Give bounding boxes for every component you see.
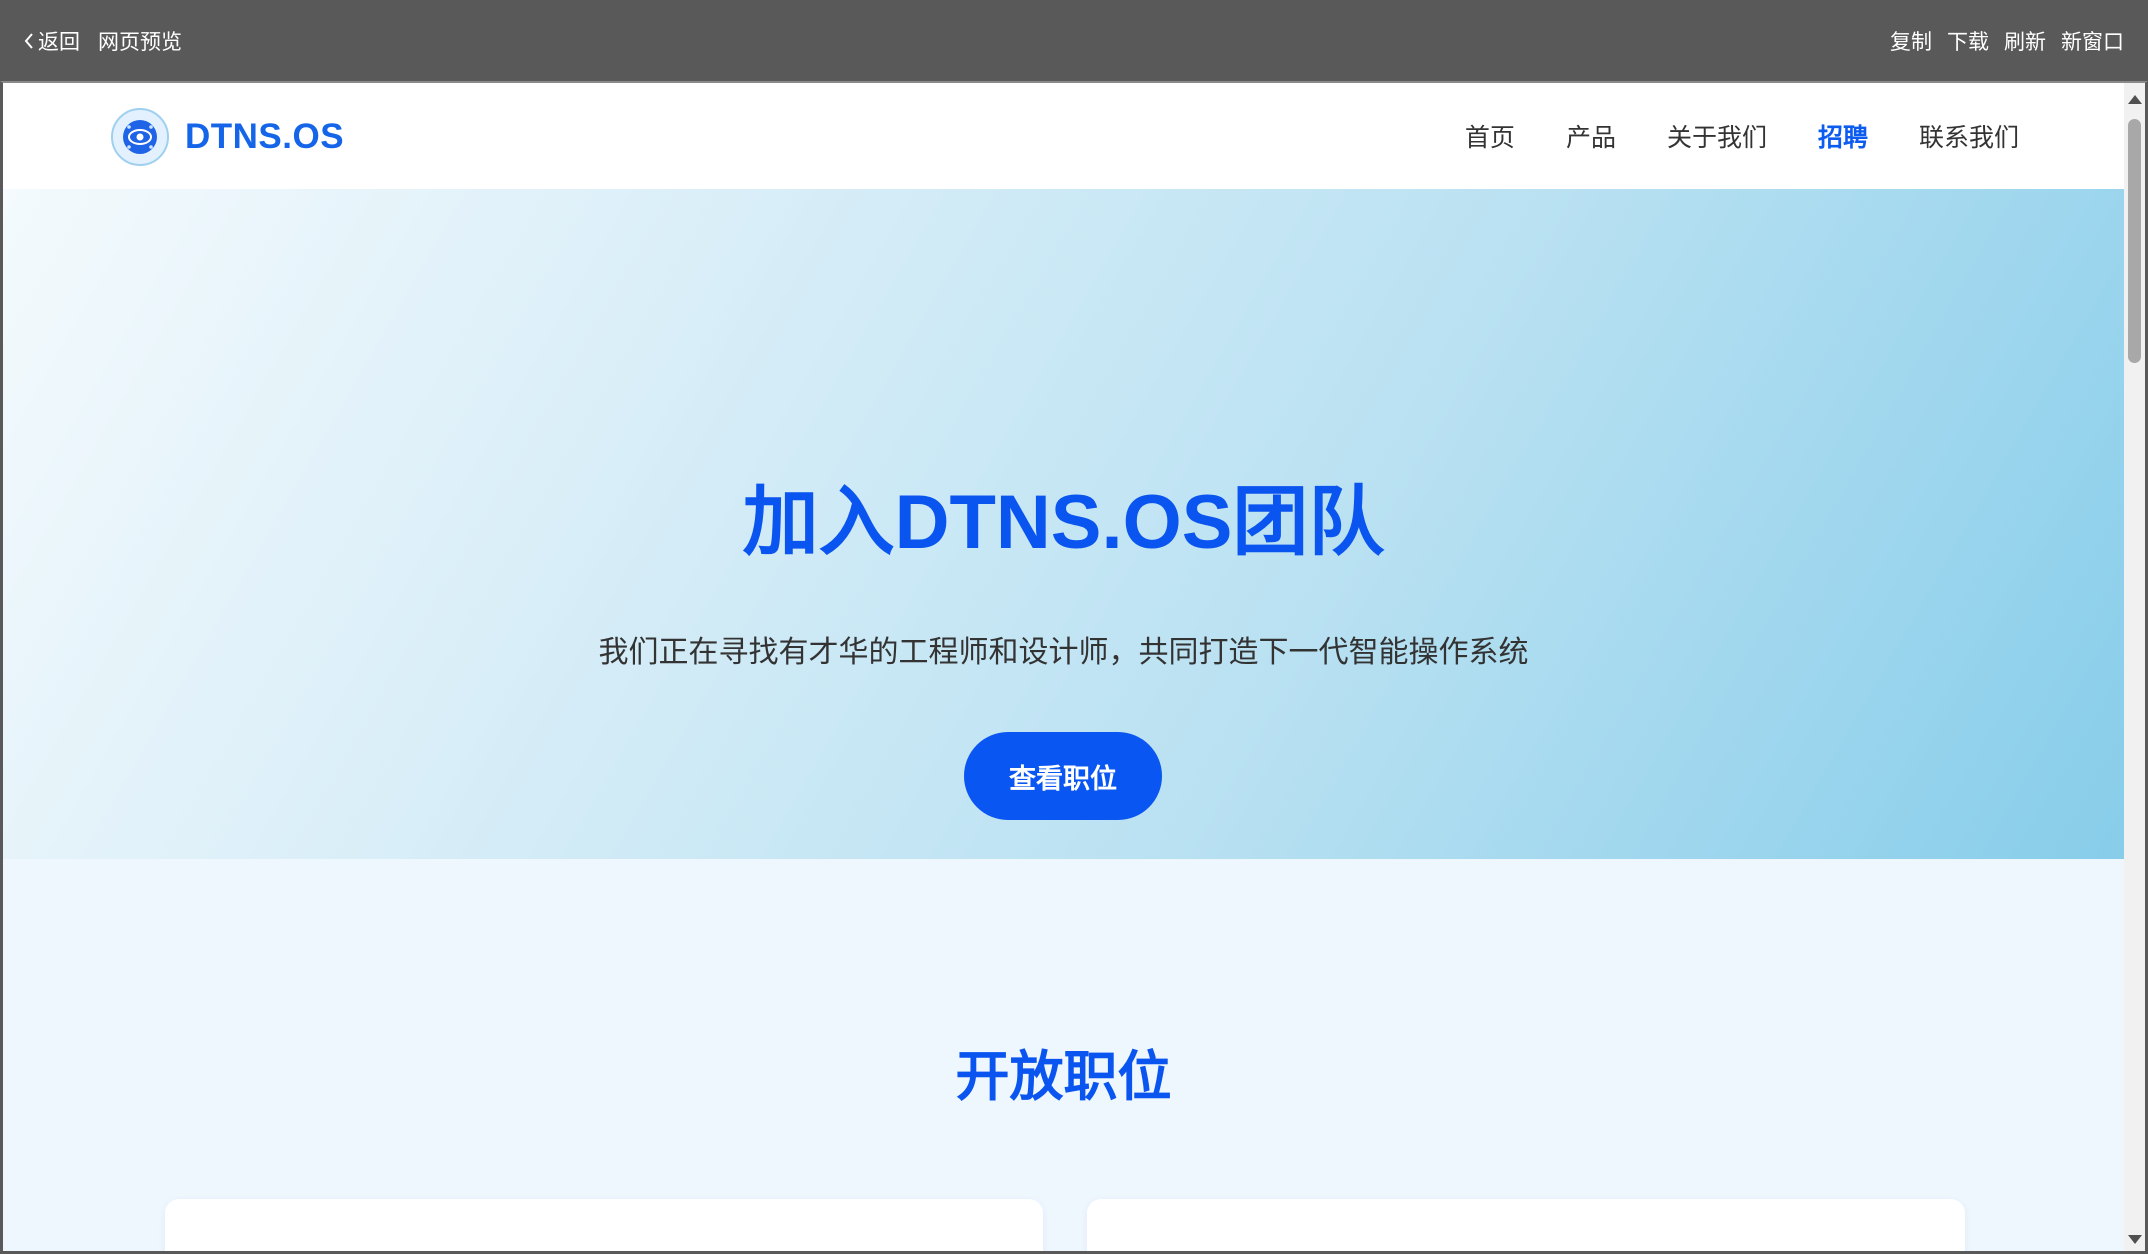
refresh-button[interactable]: 刷新 bbox=[2004, 26, 2046, 56]
logo-text: DTNS.OS bbox=[185, 117, 345, 156]
toolbar-title: 网页预览 bbox=[98, 29, 182, 54]
job-card[interactable] bbox=[1087, 1199, 1965, 1251]
preview-toolbar: 返回 网页预览 复制 下载 刷新 新窗口 bbox=[0, 0, 2148, 81]
toolbar-left: 返回 网页预览 bbox=[24, 26, 182, 56]
site-header: DTNS.OS 首页 产品 关于我们 招聘 联系我们 bbox=[3, 83, 2124, 189]
nav-about[interactable]: 关于我们 bbox=[1667, 118, 1767, 154]
hero-section: 加入DTNS.OS团队 我们正在寻找有才华的工程师和设计师，共同打造下一代智能操… bbox=[3, 189, 2124, 859]
copy-button[interactable]: 复制 bbox=[1890, 26, 1932, 56]
job-card[interactable] bbox=[165, 1199, 1043, 1251]
preview-frame: DTNS.OS 首页 产品 关于我们 招聘 联系我们 加入DTNS.OS团队 我… bbox=[0, 81, 2148, 1254]
toolbar-actions: 复制 下载 刷新 新窗口 bbox=[1875, 26, 2124, 56]
scroll-down-arrow-icon[interactable] bbox=[2128, 1235, 2142, 1244]
nav-products[interactable]: 产品 bbox=[1566, 118, 1616, 154]
back-button[interactable]: 返回 bbox=[24, 26, 80, 56]
hero-title: 加入DTNS.OS团队 bbox=[742, 480, 1385, 565]
scroll-up-arrow-icon[interactable] bbox=[2128, 95, 2142, 104]
new-window-button[interactable]: 新窗口 bbox=[2061, 26, 2124, 56]
main-nav: 首页 产品 关于我们 招聘 联系我们 bbox=[1414, 83, 2019, 189]
chevron-left-icon bbox=[24, 32, 33, 49]
scrollbar-thumb[interactable] bbox=[2128, 119, 2141, 363]
hero-subtitle: 我们正在寻找有才华的工程师和设计师，共同打造下一代智能操作系统 bbox=[598, 635, 1529, 670]
view-positions-button[interactable]: 查看职位 bbox=[964, 732, 1162, 820]
back-label: 返回 bbox=[38, 29, 80, 54]
download-button[interactable]: 下载 bbox=[1947, 26, 1989, 56]
site-logo[interactable]: DTNS.OS bbox=[111, 108, 344, 166]
page-viewport: DTNS.OS 首页 产品 关于我们 招聘 联系我们 加入DTNS.OS团队 我… bbox=[3, 83, 2124, 1251]
vertical-scrollbar[interactable] bbox=[2124, 83, 2145, 1251]
nav-contact[interactable]: 联系我们 bbox=[1919, 118, 2019, 154]
nav-home[interactable]: 首页 bbox=[1465, 118, 1515, 154]
section-heading: 开放职位 bbox=[955, 1047, 1172, 1107]
open-positions-section: 开放职位 bbox=[3, 859, 2124, 1251]
eye-logo-icon bbox=[111, 108, 169, 166]
nav-careers[interactable]: 招聘 bbox=[1818, 118, 1868, 154]
